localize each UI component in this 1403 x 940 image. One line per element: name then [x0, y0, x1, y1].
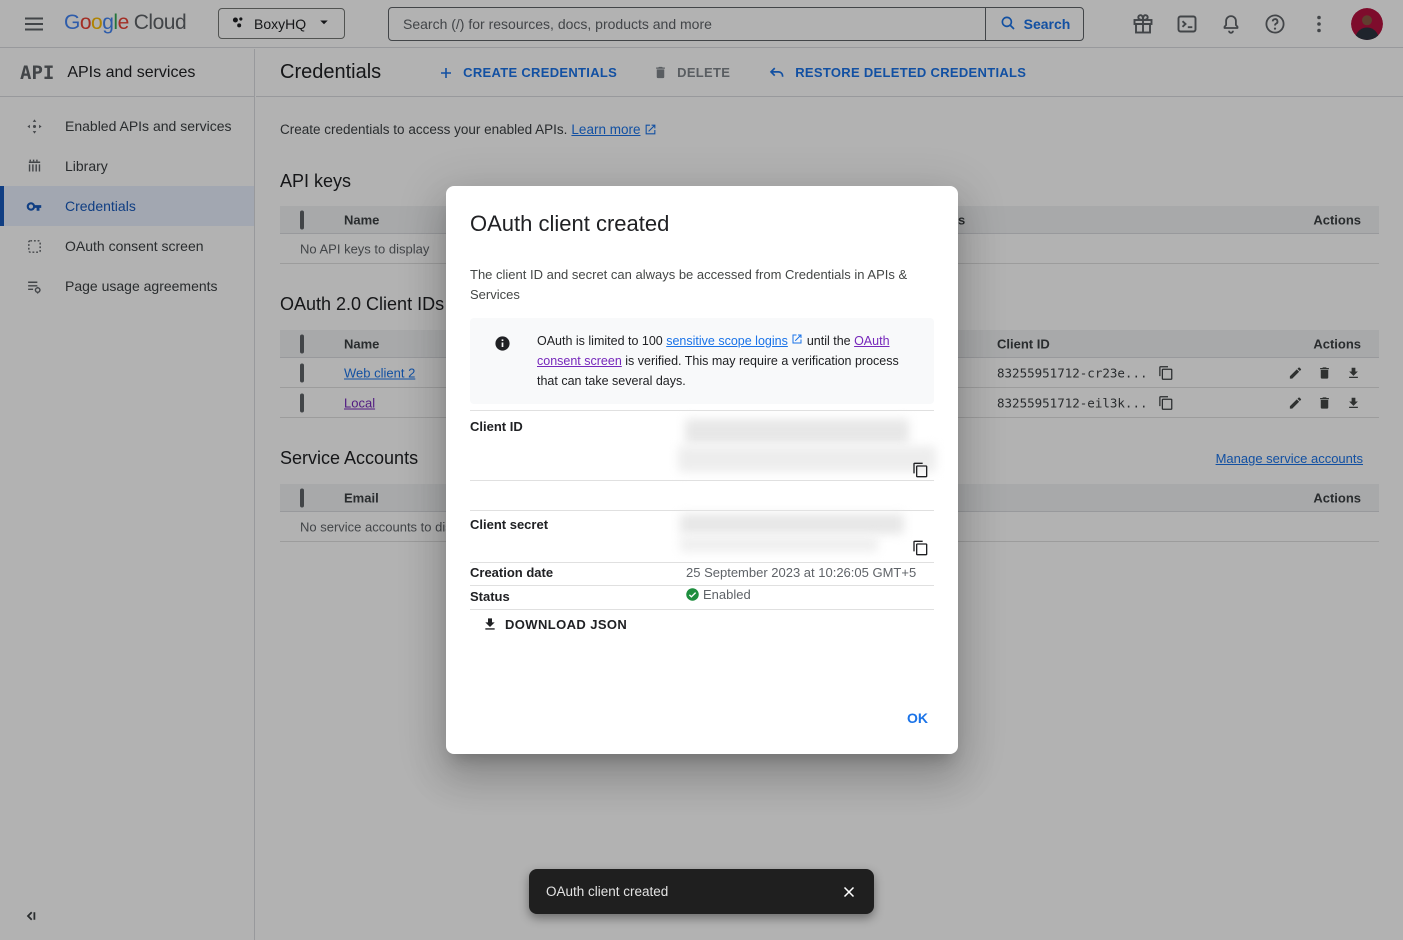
status-text: Enabled: [703, 587, 751, 602]
download-icon: [482, 616, 498, 632]
check-circle-icon: [685, 587, 700, 602]
client-secret-redacted-value: [680, 514, 904, 534]
client-secret-redacted-value: [680, 536, 878, 552]
info-text: OAuth is limited to 100 sensitive scope …: [537, 331, 919, 391]
client-id-redacted-value: [678, 446, 936, 472]
status-value: Enabled: [685, 587, 751, 602]
divider: [470, 480, 934, 481]
ok-button[interactable]: OK: [897, 704, 938, 732]
copy-client-id-icon[interactable]: [912, 462, 928, 478]
info-text-pre: OAuth is limited to 100: [537, 334, 666, 348]
google-cloud-console: GoogleCloud BoxyHQ Search: [0, 0, 1403, 940]
client-id-label: Client ID: [470, 419, 523, 434]
close-icon[interactable]: [840, 883, 858, 901]
download-json-button[interactable]: DOWNLOAD JSON: [482, 616, 627, 632]
download-json-label: DOWNLOAD JSON: [505, 617, 627, 632]
creation-date-value: 25 September 2023 at 10:26:05 GMT+5: [686, 565, 916, 580]
oauth-client-created-dialog: OAuth client created The client ID and s…: [446, 186, 958, 754]
toast-message: OAuth client created: [529, 884, 840, 899]
status-label: Status: [470, 589, 510, 604]
info-text-mid: until the: [807, 334, 854, 348]
divider: [470, 562, 934, 563]
copy-client-secret-icon[interactable]: [912, 540, 928, 556]
divider: [470, 410, 934, 411]
divider: [470, 510, 934, 511]
info-icon: [494, 335, 511, 352]
snackbar-toast: OAuth client created: [529, 869, 874, 914]
dialog-title: OAuth client created: [470, 211, 669, 237]
divider: [470, 609, 934, 610]
dialog-description: The client ID and secret can always be a…: [470, 265, 922, 305]
info-banner: OAuth is limited to 100 sensitive scope …: [470, 318, 934, 404]
divider: [470, 585, 934, 586]
creation-date-label: Creation date: [470, 565, 553, 580]
client-id-redacted-value: [685, 419, 909, 444]
client-secret-label: Client secret: [470, 517, 548, 532]
sensitive-scope-logins-link[interactable]: sensitive scope logins: [666, 334, 788, 348]
external-link-icon: [791, 333, 803, 345]
